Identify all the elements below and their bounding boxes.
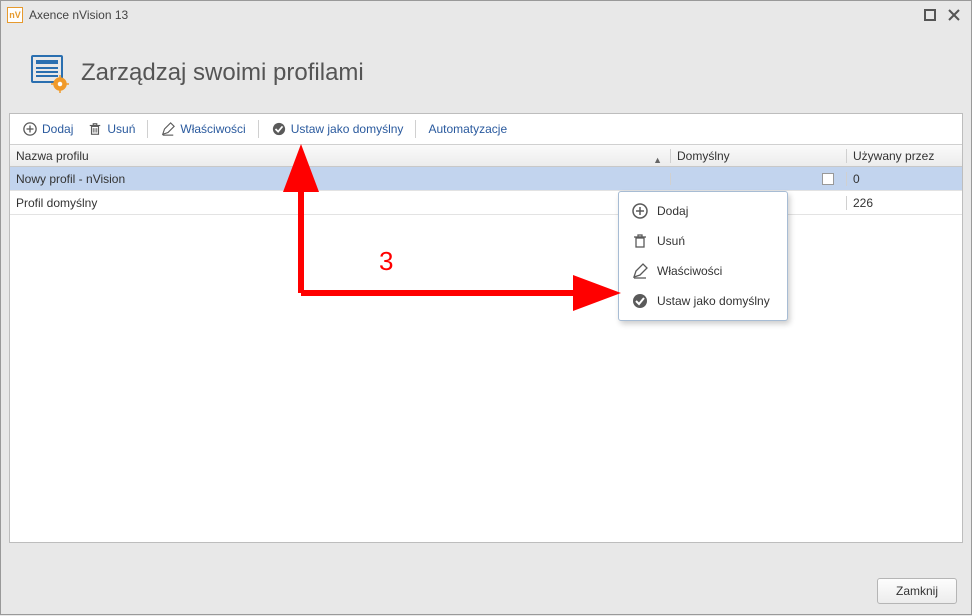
table-row[interactable]: Nowy profil - nVision 0 — [10, 167, 962, 191]
content-frame: Dodaj Usuń Właściwości Ustaw jako domyśl… — [9, 113, 963, 543]
column-header-name[interactable]: Nazwa profilu ▲ — [10, 149, 670, 163]
check-circle-icon — [271, 121, 287, 137]
page-icon — [31, 55, 67, 91]
window-title: Axence nVision 13 — [29, 8, 917, 22]
ctx-set-default[interactable]: Ustaw jako domyślny — [621, 286, 785, 316]
trash-icon — [87, 121, 103, 137]
cell-default — [670, 173, 846, 185]
properties-label: Właściwości — [180, 122, 245, 136]
close-button[interactable]: Zamknij — [877, 578, 957, 604]
titlebar: nV Axence nVision 13 — [1, 1, 971, 29]
annotation-label: 3 — [379, 246, 393, 277]
cell-usedby: 226 — [846, 196, 962, 210]
pencil-icon — [631, 262, 649, 280]
column-header-default[interactable]: Domyślny — [670, 149, 846, 163]
toolbar-separator — [258, 120, 259, 138]
automations-button[interactable]: Automatyzacje — [422, 119, 513, 139]
properties-button[interactable]: Właściwości — [154, 118, 251, 140]
close-window-button[interactable] — [943, 4, 965, 26]
plus-circle-icon — [22, 121, 38, 137]
delete-button[interactable]: Usuń — [81, 118, 141, 140]
ctx-set-default-label: Ustaw jako domyślny — [657, 294, 770, 308]
ctx-add[interactable]: Dodaj — [621, 196, 785, 226]
ctx-delete[interactable]: Usuń — [621, 226, 785, 256]
ctx-add-label: Dodaj — [657, 204, 688, 218]
maximize-button[interactable] — [919, 4, 941, 26]
set-default-label: Ustaw jako domyślny — [291, 122, 404, 136]
plus-circle-icon — [631, 202, 649, 220]
table-body: Nowy profil - nVision 0 Profil domyślny … — [10, 167, 962, 542]
table-header: Nazwa profilu ▲ Domyślny Używany przez — [10, 145, 962, 167]
check-circle-icon — [631, 292, 649, 310]
trash-icon — [631, 232, 649, 250]
add-button[interactable]: Dodaj — [16, 118, 79, 140]
toolbar-separator — [415, 120, 416, 138]
toolbar-separator — [147, 120, 148, 138]
ctx-properties-label: Właściwości — [657, 264, 722, 278]
cell-usedby: 0 — [846, 172, 962, 186]
delete-label: Usuń — [107, 122, 135, 136]
pencil-icon — [160, 121, 176, 137]
context-menu: Dodaj Usuń Właściwości Ustaw jako domyśl… — [618, 191, 788, 321]
page-header: Zarządzaj swoimi profilami — [1, 29, 971, 113]
app-icon: nV — [7, 7, 23, 23]
add-label: Dodaj — [42, 122, 73, 136]
set-default-button[interactable]: Ustaw jako domyślny — [265, 118, 410, 140]
toolbar: Dodaj Usuń Właściwości Ustaw jako domyśl… — [10, 114, 962, 145]
page-title: Zarządzaj swoimi profilami — [81, 59, 364, 87]
checkbox-icon[interactable] — [822, 173, 834, 185]
ctx-delete-label: Usuń — [657, 234, 685, 248]
cell-name: Profil domyślny — [10, 196, 670, 210]
sort-asc-icon: ▲ — [653, 155, 662, 165]
ctx-properties[interactable]: Właściwości — [621, 256, 785, 286]
column-header-usedby[interactable]: Używany przez — [846, 149, 962, 163]
table-row[interactable]: Profil domyślny 226 — [10, 191, 962, 215]
automations-label: Automatyzacje — [428, 122, 507, 136]
cell-name: Nowy profil - nVision — [10, 172, 670, 186]
footer: Zamknij — [877, 578, 957, 604]
